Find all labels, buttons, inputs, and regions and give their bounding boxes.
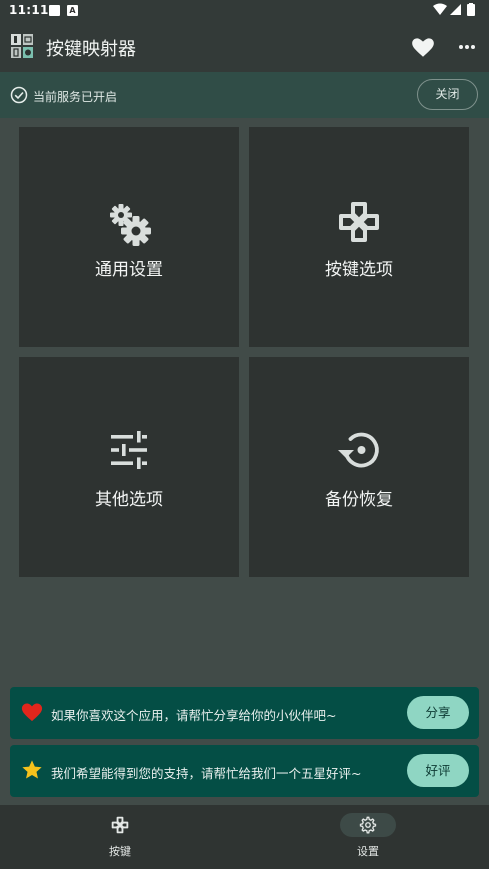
tile-label: 其他选项 — [95, 490, 163, 510]
bottom-navigation: 按键 设置 — [0, 805, 489, 869]
gears-icon — [110, 204, 151, 246]
nav-label: 设置 — [357, 845, 379, 858]
more-icon[interactable] — [455, 34, 479, 60]
star-icon — [22, 760, 42, 779]
sliders-icon — [111, 431, 147, 469]
share-promo-card: 如果你喜欢这个应用，请帮忙分享给你的小伙伴吧~ 分享 — [10, 687, 479, 739]
app-bar: 按键映射器 — [0, 22, 489, 72]
red-heart-icon — [21, 703, 43, 722]
tile-label: 按键选项 — [325, 260, 393, 280]
service-status-text: 当前服务已开启 — [33, 90, 118, 104]
tile-label: 通用设置 — [95, 260, 163, 280]
wifi-icon — [433, 3, 447, 15]
service-status-bar: 当前服务已开启 — [0, 72, 489, 118]
gear-icon — [359, 816, 377, 834]
check-circle-icon — [10, 86, 28, 104]
close-service-button[interactable]: 关闭 — [417, 79, 478, 110]
a-notification-icon: A — [67, 5, 78, 16]
page-title: 按键映射器 — [46, 39, 136, 60]
nav-item-settings[interactable]: 设置 — [313, 805, 423, 869]
restore-icon — [338, 432, 379, 468]
gamepad-icon — [339, 202, 379, 242]
app-logo-icon — [11, 34, 33, 58]
share-button[interactable]: 分享 — [407, 696, 469, 729]
rate-promo-card: 我们希望能得到您的支持，请帮忙给我们一个五星好评~ 好评 — [10, 745, 479, 797]
square-notification-icon — [49, 5, 60, 16]
tile-label: 备份恢复 — [325, 490, 393, 510]
nav-icon-container — [92, 813, 148, 837]
heart-icon[interactable] — [410, 34, 436, 60]
nav-item-keys[interactable]: 按键 — [65, 805, 175, 869]
nav-icon-container — [340, 813, 396, 837]
rate-button[interactable]: 好评 — [407, 754, 469, 787]
signal-icon — [450, 4, 461, 15]
tile-key-options[interactable]: 按键选项 — [249, 127, 469, 347]
tile-general-settings[interactable]: 通用设置 — [19, 127, 239, 347]
nav-label: 按键 — [109, 845, 131, 858]
tile-backup-restore[interactable]: 备份恢复 — [249, 357, 469, 577]
gamepad-icon — [111, 816, 129, 834]
battery-icon — [467, 4, 475, 16]
status-right-icons — [433, 3, 479, 20]
status-bar: 11:11 A — [0, 0, 489, 22]
status-time: 11:11 — [9, 3, 49, 17]
share-promo-text: 如果你喜欢这个应用，请帮忙分享给你的小伙伴吧~ — [51, 708, 337, 723]
tile-other-options[interactable]: 其他选项 — [19, 357, 239, 577]
rate-promo-text: 我们希望能得到您的支持，请帮忙给我们一个五星好评~ — [51, 766, 362, 781]
